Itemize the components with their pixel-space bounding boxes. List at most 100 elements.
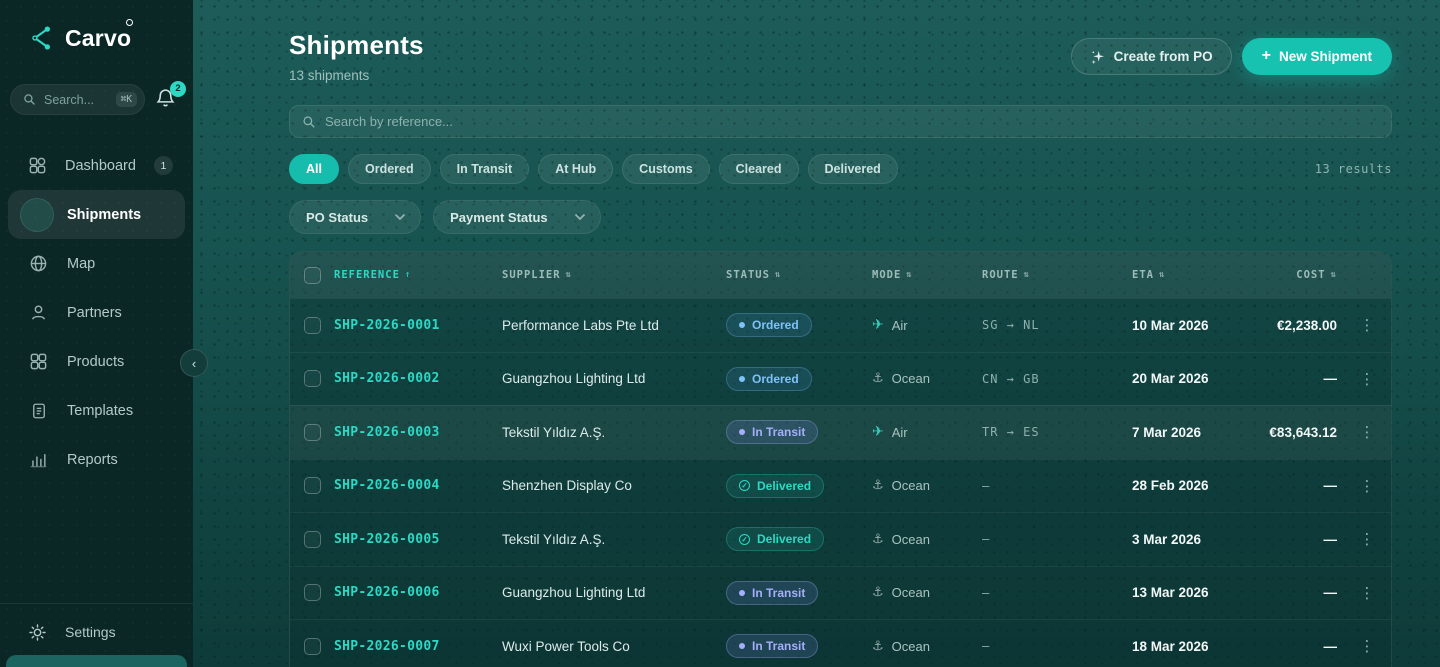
- row-checkbox[interactable]: [304, 531, 321, 548]
- table-header-row: REFERENCE ↑ SUPPLIER ⇅ STATUS ⇅ MODE ⇅ R…: [290, 252, 1391, 298]
- column-header-status[interactable]: STATUS ⇅: [726, 269, 872, 281]
- shipment-search-input[interactable]: Search by reference...: [289, 105, 1392, 138]
- row-checkbox[interactable]: [304, 424, 321, 441]
- row-checkbox[interactable]: [304, 477, 321, 494]
- user-card-partial[interactable]: [6, 655, 187, 667]
- cost-value: —: [1250, 478, 1343, 493]
- kebab-icon: ⋮: [1360, 316, 1375, 334]
- plane-icon: ✈: [872, 424, 884, 440]
- sidebar-item-dashboard[interactable]: Dashboard 1: [8, 141, 185, 190]
- check-circle-icon: ✓: [739, 534, 750, 545]
- column-header-eta[interactable]: ETA ⇅: [1132, 269, 1250, 281]
- kebab-icon: ⋮: [1360, 637, 1375, 655]
- sort-icon: ⇅: [1159, 270, 1165, 280]
- table-row[interactable]: SHP-2026-0003 Tekstil Yıldız A.Ş. In Tra…: [290, 405, 1391, 459]
- sidebar-item-settings[interactable]: Settings: [0, 612, 193, 652]
- eta-date: 3 Mar 2026: [1132, 532, 1250, 547]
- table-row[interactable]: SHP-2026-0004 Shenzhen Display Co ✓Deliv…: [290, 459, 1391, 513]
- ship-icon: ⚓: [872, 585, 884, 600]
- column-header-mode[interactable]: MODE ⇅: [872, 269, 982, 281]
- row-checkbox[interactable]: [304, 638, 321, 655]
- filter-chip-ordered[interactable]: Ordered: [348, 154, 431, 184]
- table-row[interactable]: SHP-2026-0002 Guangzhou Lighting Ltd Ord…: [290, 352, 1391, 406]
- shipment-reference[interactable]: SHP-2026-0004: [334, 478, 502, 493]
- row-menu-button[interactable]: ⋮: [1343, 584, 1391, 602]
- mode-label: Ocean: [892, 639, 930, 654]
- table-row[interactable]: SHP-2026-0001 Performance Labs Pte Ltd O…: [290, 298, 1391, 352]
- row-checkbox[interactable]: [304, 370, 321, 387]
- filter-chip-customs[interactable]: Customs: [622, 154, 709, 184]
- shipment-reference[interactable]: SHP-2026-0006: [334, 585, 502, 600]
- route: –: [982, 586, 1132, 600]
- settings-label: Settings: [65, 624, 116, 640]
- filter-chip-cleared[interactable]: Cleared: [719, 154, 799, 184]
- eta-date: 28 Feb 2026: [1132, 478, 1250, 493]
- keyboard-shortcut-badge: ⌘K: [116, 92, 137, 107]
- row-menu-button[interactable]: ⋮: [1343, 477, 1391, 495]
- row-menu-button[interactable]: ⋮: [1343, 423, 1391, 441]
- eta-date: 13 Mar 2026: [1132, 585, 1250, 600]
- select-all-checkbox[interactable]: [304, 267, 321, 284]
- po-status-dropdown[interactable]: PO Status: [289, 200, 421, 234]
- kebab-icon: ⋮: [1360, 370, 1375, 388]
- sidebar-item-products[interactable]: Products: [8, 337, 185, 386]
- sidebar-item-reports[interactable]: Reports: [8, 435, 185, 484]
- status-badge: In Transit: [726, 634, 818, 658]
- person-icon: [28, 302, 49, 323]
- shipment-reference[interactable]: SHP-2026-0001: [334, 318, 502, 333]
- filter-chip-delivered[interactable]: Delivered: [808, 154, 898, 184]
- cost-value: —: [1250, 585, 1343, 600]
- sidebar-search-placeholder: Search...: [44, 93, 108, 107]
- row-menu-button[interactable]: ⋮: [1343, 370, 1391, 388]
- shipment-reference[interactable]: SHP-2026-0005: [334, 532, 502, 547]
- shipment-reference[interactable]: SHP-2026-0007: [334, 639, 502, 654]
- filter-chip-all[interactable]: All: [289, 154, 339, 184]
- column-header-cost[interactable]: COST ⇅: [1250, 269, 1343, 281]
- status-filter-chips: All Ordered In Transit At Hub Customs Cl…: [289, 154, 1392, 184]
- kebab-icon: ⋮: [1360, 477, 1375, 495]
- supplier-name: Guangzhou Lighting Ltd: [502, 585, 726, 600]
- shipment-reference[interactable]: SHP-2026-0002: [334, 371, 502, 386]
- table-row[interactable]: SHP-2026-0007 Wuxi Power Tools Co In Tra…: [290, 619, 1391, 667]
- notifications-button[interactable]: 2: [155, 87, 179, 113]
- row-checkbox[interactable]: [304, 584, 321, 601]
- cost-value: —: [1250, 532, 1343, 547]
- table-row[interactable]: SHP-2026-0006 Guangzhou Lighting Ltd In …: [290, 566, 1391, 620]
- shipment-reference[interactable]: SHP-2026-0003: [334, 425, 502, 440]
- sidebar-collapse-button[interactable]: ‹: [180, 349, 208, 377]
- row-menu-button[interactable]: ⋮: [1343, 316, 1391, 334]
- table-row[interactable]: SHP-2026-0005 Tekstil Yıldız A.Ş. ✓Deliv…: [290, 512, 1391, 566]
- new-shipment-button[interactable]: + New Shipment: [1242, 38, 1392, 75]
- sidebar-search-input[interactable]: Search... ⌘K: [10, 84, 145, 115]
- payment-status-dropdown-label: Payment Status: [450, 210, 548, 225]
- plus-icon: +: [1262, 47, 1271, 65]
- bar-chart-icon: [28, 449, 49, 470]
- sidebar-item-shipments[interactable]: Shipments: [8, 190, 185, 239]
- column-header-supplier[interactable]: SUPPLIER ⇅: [502, 269, 726, 281]
- row-menu-button[interactable]: ⋮: [1343, 637, 1391, 655]
- mode-label: Air: [892, 425, 908, 440]
- globe-icon: [28, 253, 49, 274]
- sidebar-item-templates[interactable]: Templates: [8, 386, 185, 435]
- chevron-down-icon: [394, 213, 406, 221]
- create-from-po-label: Create from PO: [1114, 49, 1213, 64]
- sidebar-item-map[interactable]: Map: [8, 239, 185, 288]
- sidebar-item-label: Products: [67, 354, 124, 370]
- cost-value: €2,238.00: [1250, 318, 1343, 333]
- column-header-reference[interactable]: REFERENCE ↑: [334, 269, 502, 281]
- row-menu-button[interactable]: ⋮: [1343, 530, 1391, 548]
- sidebar: Carvo Search... ⌘K 2 Dashboard 1: [0, 0, 193, 667]
- filter-chip-in-transit[interactable]: In Transit: [440, 154, 530, 184]
- create-from-po-button[interactable]: Create from PO: [1071, 38, 1232, 75]
- ship-icon: ⚓: [872, 371, 884, 386]
- app-root: Carvo Search... ⌘K 2 Dashboard 1: [0, 0, 1440, 667]
- column-header-route[interactable]: ROUTE ⇅: [982, 269, 1132, 281]
- status-badge: Ordered: [726, 367, 812, 391]
- sidebar-item-partners[interactable]: Partners: [8, 288, 185, 337]
- filter-chip-at-hub[interactable]: At Hub: [538, 154, 613, 184]
- sidebar-item-label: Dashboard: [65, 158, 136, 174]
- sidebar-item-label: Partners: [67, 305, 122, 321]
- row-checkbox[interactable]: [304, 317, 321, 334]
- sort-icon: ⇅: [1024, 270, 1030, 280]
- payment-status-dropdown[interactable]: Payment Status: [433, 200, 601, 234]
